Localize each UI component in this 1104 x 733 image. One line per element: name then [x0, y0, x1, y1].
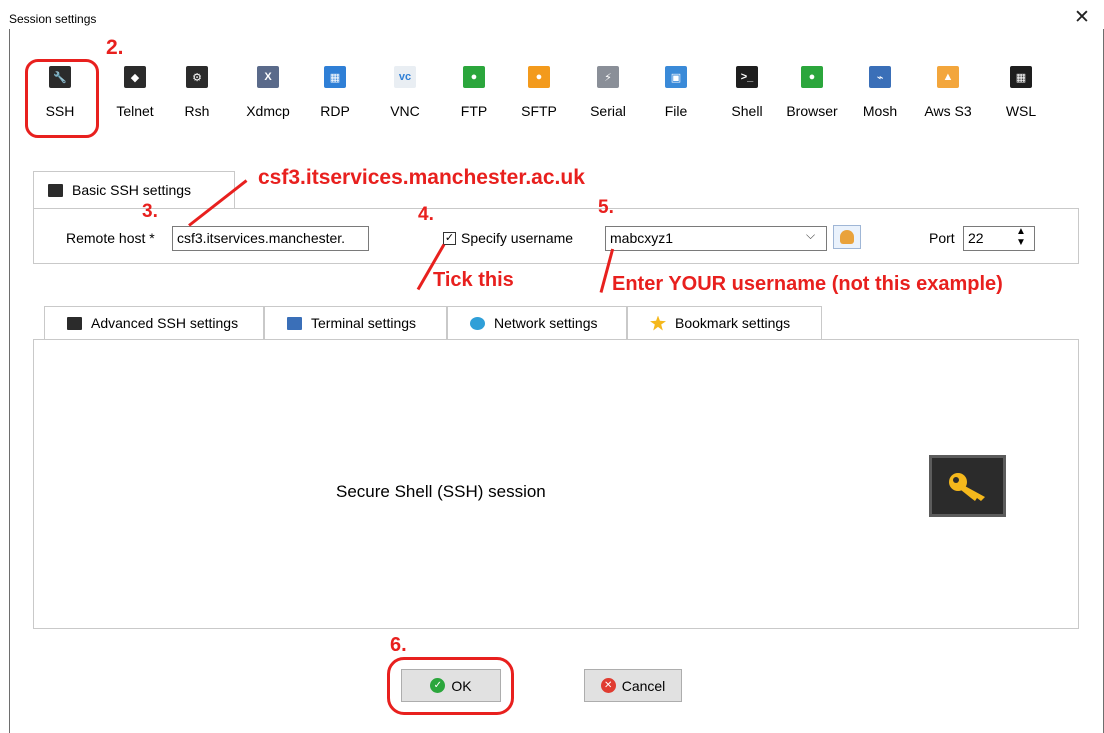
port-label: Port — [929, 230, 955, 246]
tab-label: Terminal settings — [311, 315, 417, 331]
key-icon — [67, 316, 82, 330]
session-type-label: File — [664, 103, 688, 119]
session-type-label: FTP — [460, 103, 488, 119]
sftp-icon: ● — [528, 66, 550, 88]
session-type-rsh[interactable]: ⚙ Rsh — [167, 62, 227, 132]
tab-label: Bookmark settings — [675, 315, 791, 331]
remote-host-label: Remote host * — [66, 230, 155, 246]
remote-host-input[interactable]: csf3.itservices.manchester. — [172, 226, 369, 251]
annotation-highlight-ok — [387, 657, 514, 715]
port-value: 22 — [968, 230, 984, 246]
description-panel — [33, 339, 1079, 629]
tab-advanced-ssh-settings[interactable]: Advanced SSH settings — [44, 306, 264, 340]
annotation-step-2: 2. — [106, 36, 124, 59]
annotation-step-4: 4. — [418, 204, 434, 225]
session-type-xdmcp[interactable]: X Xdmcp — [238, 62, 298, 132]
tab-network-settings[interactable]: Network settings — [447, 306, 627, 340]
tab-basic-ssh-settings-label: Basic SSH settings — [72, 182, 192, 198]
chevron-down-icon[interactable]: ⌵ — [806, 228, 815, 243]
username-value: mabcxyz1 — [610, 230, 674, 246]
cancel-button-label: Cancel — [621, 677, 666, 694]
aws-s3-icon: ▲ — [937, 66, 959, 88]
session-type-rdp[interactable]: ▦ RDP — [305, 62, 365, 132]
session-type-ftp[interactable]: ● FTP — [444, 62, 504, 132]
annotation-highlight-ssh — [25, 59, 99, 138]
session-type-shell[interactable]: >_ Shell — [717, 62, 777, 132]
xdmcp-icon: X — [257, 66, 279, 88]
wsl-icon: ▦ — [1010, 66, 1032, 88]
tab-label: Advanced SSH settings — [91, 315, 239, 331]
annotation-step-3: 3. — [142, 201, 158, 222]
session-type-label: Serial — [590, 103, 626, 119]
tab-bookmark-settings[interactable]: Bookmark settings — [627, 306, 822, 340]
annotation-username-callout: Enter YOUR username (not this example) — [612, 273, 1003, 295]
annotation-step-6: 6. — [390, 634, 407, 656]
specify-username-label: Specify username — [461, 230, 574, 246]
username-combobox[interactable]: mabcxyz1 — [605, 226, 827, 251]
session-type-label: VNC — [390, 103, 420, 119]
port-spinner[interactable]: ▲ ▼ — [1015, 226, 1027, 248]
network-icon — [470, 316, 485, 330]
user-manager-button[interactable] — [833, 225, 861, 249]
tab-basic-ssh-settings[interactable]: Basic SSH settings — [33, 171, 235, 209]
serial-icon: ⚡ — [597, 66, 619, 88]
session-type-mosh[interactable]: ⌁ Mosh — [850, 62, 910, 132]
session-type-telnet[interactable]: ◆ Telnet — [105, 62, 165, 132]
file-icon: ▣ — [665, 66, 687, 88]
session-type-toolbar: 🔧 SSH ◆ Telnet ⚙ Rsh X Xdmcp ▦ RDP vc VNC ● FTP ● SFTP ⚡… — [0, 0, 1104, 140]
tab-label: Network settings — [494, 315, 598, 331]
browser-icon: ● — [801, 66, 823, 88]
session-type-label: Rsh — [184, 103, 210, 119]
session-type-vnc[interactable]: vc VNC — [375, 62, 435, 132]
tab-terminal-settings[interactable]: Terminal settings — [264, 306, 447, 340]
session-type-label: Browser — [786, 103, 838, 119]
session-type-sftp[interactable]: ● SFTP — [509, 62, 569, 132]
session-type-wsl[interactable]: ▦ WSL — [991, 62, 1051, 132]
session-type-label: Shell — [731, 103, 763, 119]
annotation-host-callout: csf3.itservices.manchester.ac.uk — [258, 166, 585, 189]
terminal-icon — [287, 316, 302, 330]
session-type-label: Aws S3 — [924, 103, 972, 119]
star-icon — [650, 315, 666, 331]
session-description: Secure Shell (SSH) session — [336, 482, 546, 501]
session-type-label: Telnet — [116, 103, 154, 119]
annotation-tick-callout: Tick this — [433, 269, 514, 291]
cancel-icon: ✕ — [600, 678, 616, 693]
session-type-label: WSL — [1005, 103, 1037, 119]
user-icon — [840, 230, 854, 244]
telnet-icon: ◆ — [124, 66, 146, 88]
key-icon — [48, 183, 63, 197]
session-type-label: SFTP — [521, 103, 557, 119]
session-type-serial[interactable]: ⚡ Serial — [578, 62, 638, 132]
vnc-icon: vc — [394, 66, 416, 88]
ftp-icon: ● — [463, 66, 485, 88]
mosh-icon: ⌁ — [869, 66, 891, 88]
rdp-icon: ▦ — [324, 66, 346, 88]
session-type-browser[interactable]: ● Browser — [782, 62, 842, 132]
shell-icon: >_ — [736, 66, 758, 88]
rsh-icon: ⚙ — [186, 66, 208, 88]
cancel-button[interactable]: ✕ Cancel — [584, 669, 682, 702]
session-type-label: Xdmcp — [246, 103, 290, 119]
session-type-label: RDP — [320, 103, 350, 119]
key-icon — [929, 455, 1006, 517]
session-type-label: Mosh — [862, 103, 898, 119]
specify-username-checkbox[interactable]: ✓ — [443, 232, 456, 245]
session-type-aws-s3[interactable]: ▲ Aws S3 — [918, 62, 978, 132]
session-type-file[interactable]: ▣ File — [646, 62, 706, 132]
annotation-step-5: 5. — [598, 197, 614, 218]
